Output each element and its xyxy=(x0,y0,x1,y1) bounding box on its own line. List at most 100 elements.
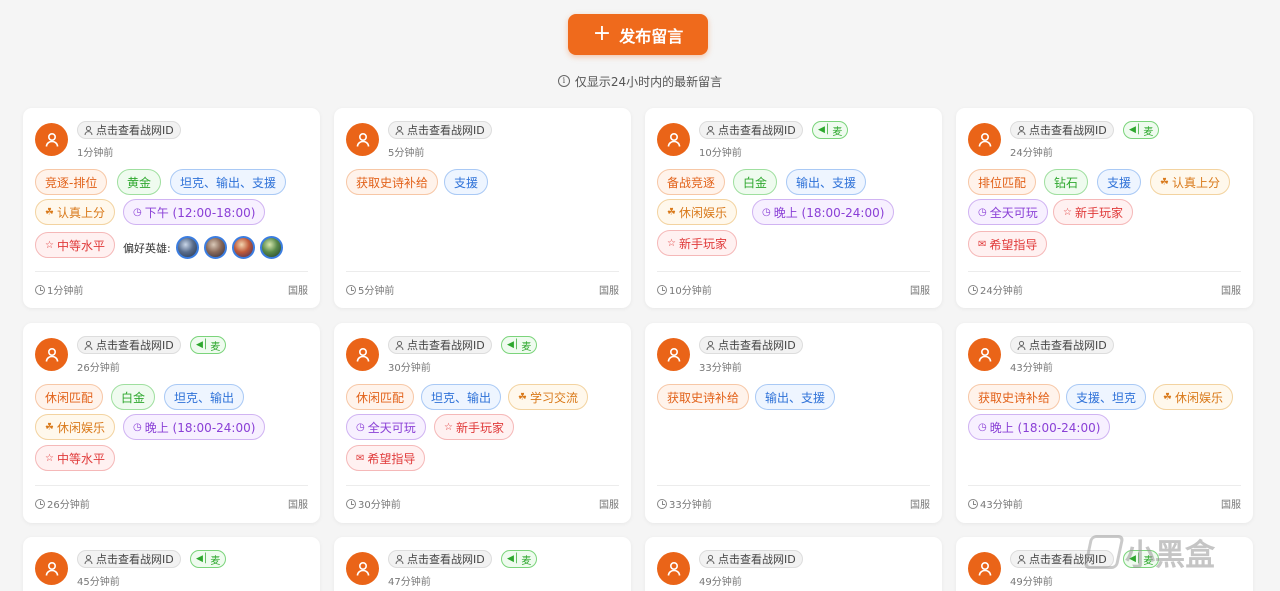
mic-label: 麦 xyxy=(832,126,843,138)
user-icon xyxy=(705,554,716,565)
user-icon xyxy=(83,554,94,565)
footer-time: 10分钟前 xyxy=(657,282,712,297)
footer-time-label: 1分钟前 xyxy=(47,286,84,297)
region-label: 国服 xyxy=(910,500,930,511)
view-battlenet-id-button[interactable]: 点击查看战网ID xyxy=(699,121,803,139)
tag-label: 认真上分 xyxy=(56,205,105,220)
view-battlenet-id-button[interactable]: 点击查看战网ID xyxy=(388,550,492,568)
message-card: 点击查看战网ID 33分钟前 获取史诗补给 输出、支援 33分钟前 国服 xyxy=(645,323,942,523)
mic-label: 麦 xyxy=(521,555,532,567)
avatar[interactable] xyxy=(968,552,1001,585)
publish-message-button[interactable]: + 发布留言 xyxy=(568,14,708,55)
speaker-icon: ◀│ xyxy=(1129,554,1142,564)
tag-label: 休闲娱乐 xyxy=(678,205,727,220)
view-battlenet-id-button[interactable]: 点击查看战网ID xyxy=(699,550,803,568)
mic-label: 麦 xyxy=(1143,126,1154,138)
tag: 坦克、输出、支援 xyxy=(170,169,287,195)
divider xyxy=(657,271,930,272)
divider xyxy=(35,271,308,272)
speaker-icon: ◀│ xyxy=(507,554,520,564)
tag-label: 坦克、输出、支援 xyxy=(180,175,277,190)
tag: 休闲匹配 xyxy=(346,384,415,410)
star-icon: ☆ xyxy=(444,421,453,433)
post-time: 26分钟前 xyxy=(77,363,120,374)
publish-label: 发布留言 xyxy=(619,26,684,46)
region-label: 国服 xyxy=(288,500,308,511)
clock-icon: ◷ xyxy=(133,206,142,218)
user-icon xyxy=(83,125,94,136)
tag: 获取史诗补给 xyxy=(657,384,750,410)
clock-icon xyxy=(346,498,356,509)
view-battlenet-id-button[interactable]: 点击查看战网ID xyxy=(1010,336,1114,354)
tag-label: 中等水平 xyxy=(56,238,105,253)
footer-time: 33分钟前 xyxy=(657,496,712,511)
trophy-icon: ☘ xyxy=(667,206,676,218)
avatar[interactable] xyxy=(968,338,1001,371)
clock-icon: ◷ xyxy=(978,421,987,433)
view-battlenet-id-button[interactable]: 点击查看战网ID xyxy=(1010,550,1114,568)
clock-icon xyxy=(35,498,45,509)
divider xyxy=(968,485,1241,486)
star-icon: ☆ xyxy=(45,452,54,464)
clock-icon: ◷ xyxy=(978,206,987,218)
post-time: 30分钟前 xyxy=(388,363,431,374)
avatar[interactable] xyxy=(35,123,68,156)
avatar[interactable] xyxy=(35,338,68,371)
mic-badge: ◀│ 麦 xyxy=(190,336,227,354)
clock-icon: ◷ xyxy=(356,421,365,433)
avatar[interactable] xyxy=(346,552,379,585)
avatar[interactable] xyxy=(968,123,1001,156)
avatar[interactable] xyxy=(657,552,690,585)
post-time: 43分钟前 xyxy=(1010,363,1053,374)
post-time: 24分钟前 xyxy=(1010,148,1053,159)
tag: 输出、支援 xyxy=(755,384,836,410)
view-battlenet-id-button[interactable]: 点击查看战网ID xyxy=(388,121,492,139)
view-battlenet-id-button[interactable]: 点击查看战网ID xyxy=(1010,121,1114,139)
tag: ☘ 休闲娱乐 xyxy=(35,414,115,440)
tag: 支援 xyxy=(1097,169,1142,195)
footer-time-label: 5分钟前 xyxy=(358,286,395,297)
id-label: 点击查看战网ID xyxy=(96,124,174,137)
view-battlenet-id-button[interactable]: 点击查看战网ID xyxy=(388,336,492,354)
avatar[interactable] xyxy=(346,123,379,156)
tag: 白金 xyxy=(733,169,778,195)
tag-label: 白金 xyxy=(121,390,146,405)
user-icon xyxy=(394,340,405,351)
footer-time-label: 10分钟前 xyxy=(669,286,712,297)
view-battlenet-id-button[interactable]: 点击查看战网ID xyxy=(77,550,181,568)
avatar[interactable] xyxy=(657,123,690,156)
tag: ☘ 休闲娱乐 xyxy=(657,199,737,225)
tag-label: 希望指导 xyxy=(989,237,1038,252)
view-battlenet-id-button[interactable]: 点击查看战网ID xyxy=(77,121,181,139)
clock-icon: ◷ xyxy=(762,206,771,218)
tag-label: 休闲匹配 xyxy=(45,390,94,405)
avatar[interactable] xyxy=(346,338,379,371)
tag-label: 休闲娱乐 xyxy=(1174,390,1223,405)
view-battlenet-id-button[interactable]: 点击查看战网ID xyxy=(699,336,803,354)
mic-badge: ◀│ 麦 xyxy=(501,550,538,568)
tag-label: 下午 (12:00-18:00) xyxy=(144,205,256,220)
tag: ☆ 新手玩家 xyxy=(1053,199,1133,225)
id-label: 点击查看战网ID xyxy=(96,553,174,566)
user-icon xyxy=(705,125,716,136)
footer-time: 24分钟前 xyxy=(968,282,1023,297)
message-card: 点击查看战网ID ◀│ 麦 24分钟前 排位匹配 钻石 支援 ☘ 认真上分 ◷ 全天可玩 ☆ 新手玩家 ✉… xyxy=(956,108,1253,308)
tag: ✉ 希望指导 xyxy=(968,231,1048,257)
tag: 支援、坦克 xyxy=(1066,384,1147,410)
avatar[interactable] xyxy=(35,552,68,585)
chat-icon: ✉ xyxy=(978,238,987,250)
avatar[interactable] xyxy=(657,338,690,371)
message-card: 点击查看战网ID 1分钟前 竞逐-排位 黄金 坦克、输出、支援 ☘ 认真上分 ◷ 下午 (12:… xyxy=(23,108,320,308)
trophy-icon: ☘ xyxy=(45,206,54,218)
tag-label: 坦克、输出 xyxy=(431,390,492,405)
tag: ◷ 晚上 (18:00-24:00) xyxy=(752,199,895,225)
tag: 排位匹配 xyxy=(968,169,1037,195)
speaker-icon: ◀│ xyxy=(196,554,209,564)
user-icon xyxy=(1016,125,1027,136)
footer-time: 1分钟前 xyxy=(35,282,83,297)
view-battlenet-id-button[interactable]: 点击查看战网ID xyxy=(77,336,181,354)
mic-badge: ◀│ 麦 xyxy=(501,336,538,354)
message-card: 点击查看战网ID ◀│ 麦 47分钟前 xyxy=(334,537,631,591)
post-time: 10分钟前 xyxy=(699,148,742,159)
region-label: 国服 xyxy=(599,500,619,511)
